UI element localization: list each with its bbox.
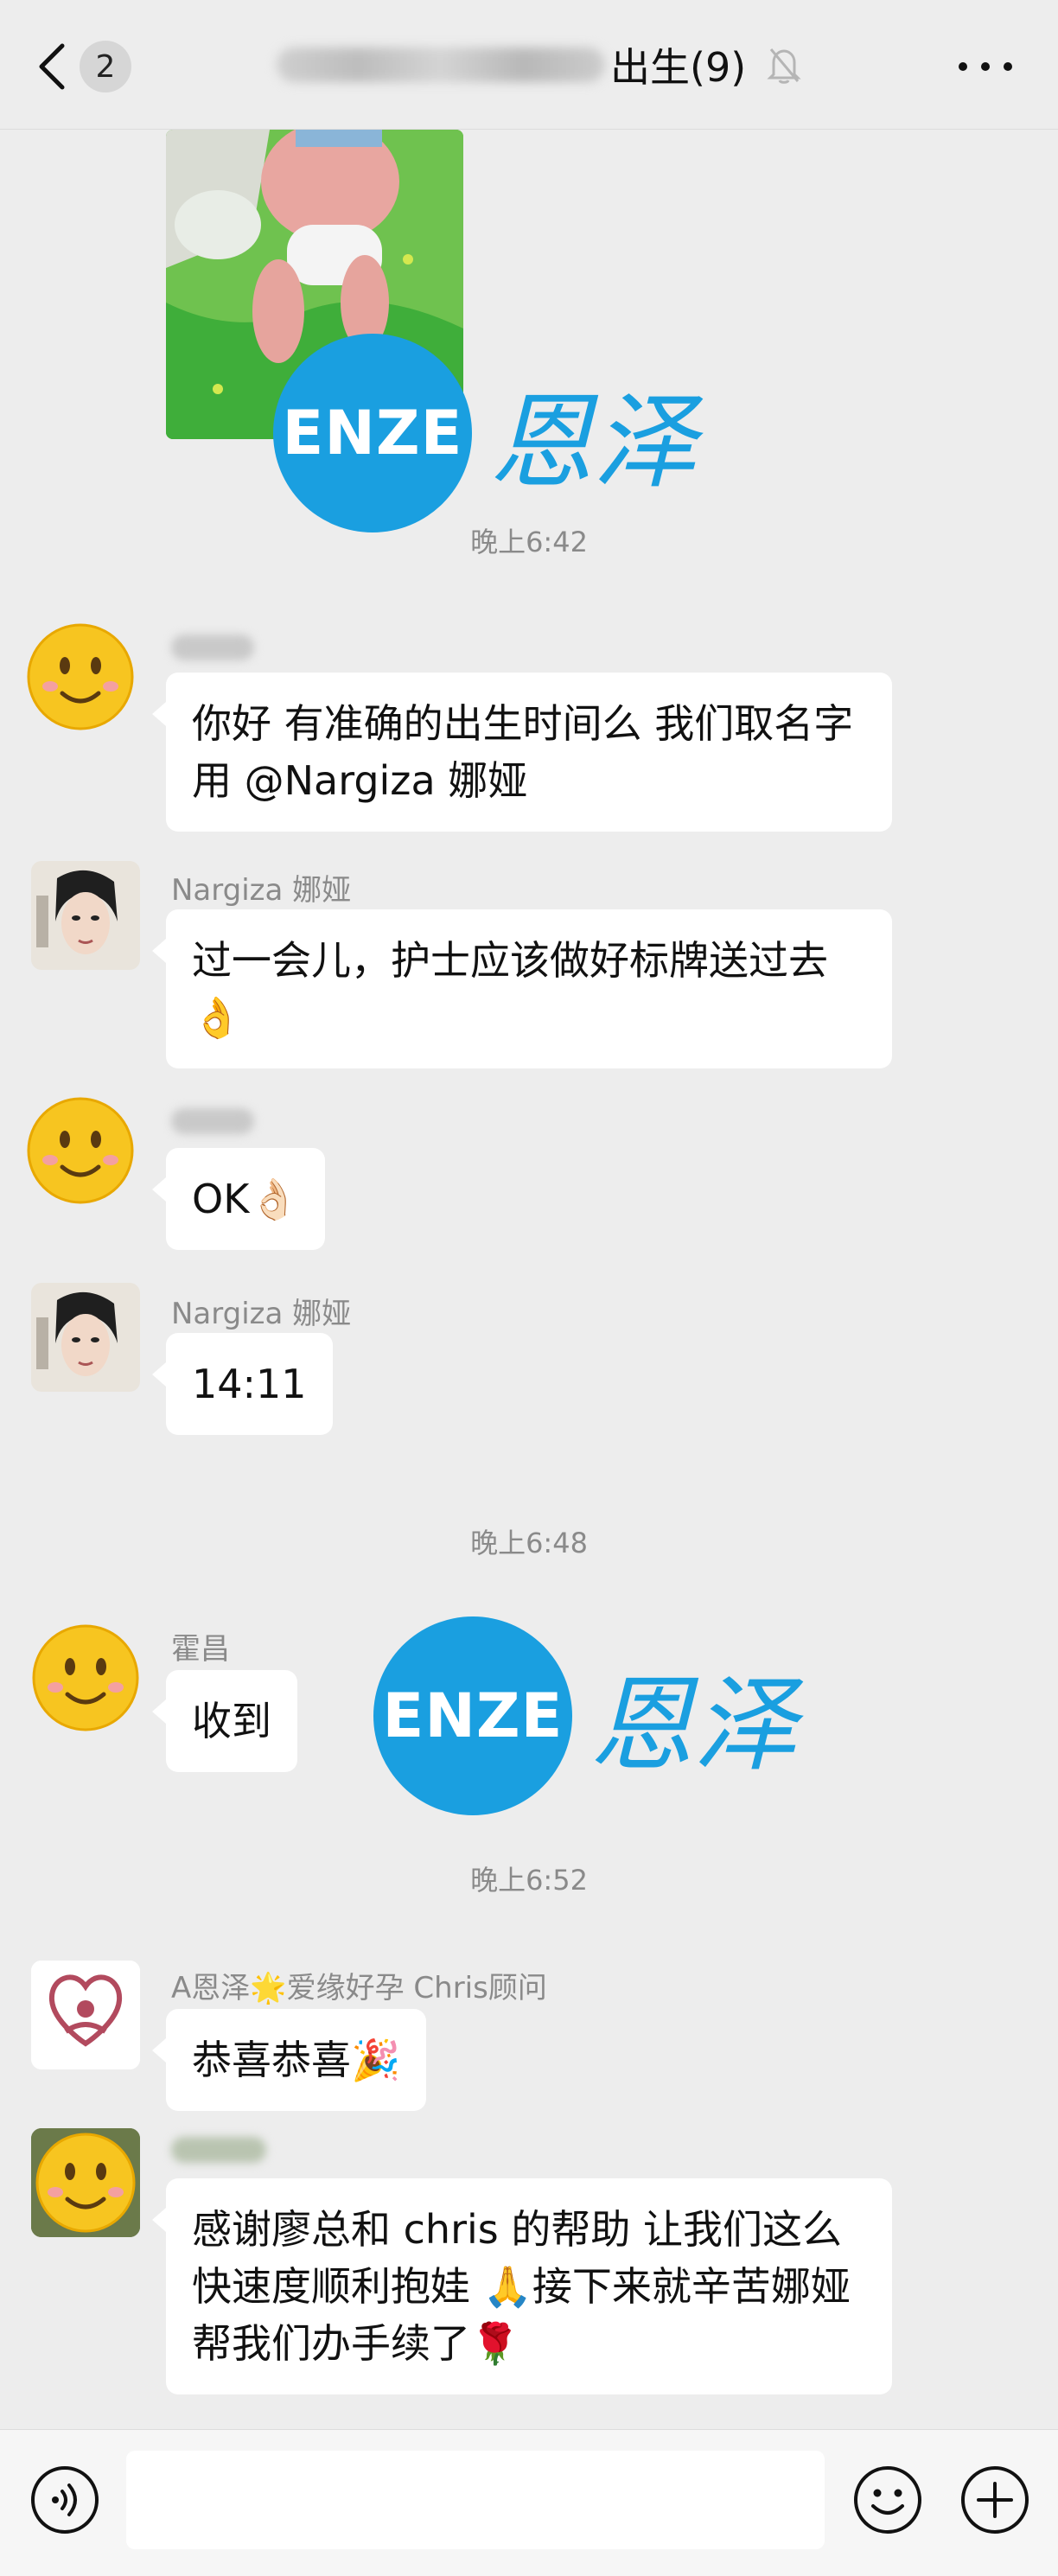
chat-header: 2 出生(9) [0,0,1058,130]
plus-icon[interactable] [959,2464,1030,2535]
emoji-icon[interactable] [852,2464,923,2535]
timestamp: 晚上6:48 [470,1527,588,1559]
avatar[interactable] [31,1961,140,2069]
enze-watermark-1: ENZE 恩泽 [273,334,697,532]
chat-title-text: 出生(9) [610,44,747,91]
smiley-avatar-icon[interactable] [31,1623,140,1732]
sender-name: Nargiza 娜娅 [171,873,352,908]
portrait-avatar-image [31,1283,140,1392]
portrait-avatar-image [31,861,140,970]
blurred-sender-name [171,634,254,660]
chat-message-list[interactable]: ENZE 恩泽 晚上6:42 你好 有准确的出生时间么 我们取名字用 @Narg… [0,130,1058,2429]
sender-name: 霍昌 [171,1632,230,1667]
voice-icon[interactable] [29,2464,100,2535]
message-bubble[interactable]: 14:11 [152,1333,333,1435]
avatar[interactable] [31,861,140,970]
enze-logo-circle: ENZE [373,1616,572,1815]
blurred-sender-name [171,1108,254,1134]
avatar[interactable] [31,2128,140,2237]
message-bubble[interactable]: 你好 有准确的出生时间么 我们取名字用 @Nargiza 娜娅 [152,673,892,832]
enze-watermark-2: ENZE 恩泽 [373,1616,797,1815]
message-input[interactable] [126,2451,825,2549]
message-bubble[interactable]: 恭喜恭喜🎉 [151,2009,427,2111]
smiley-avatar-icon [31,2128,140,2237]
enze-logo-circle: ENZE [273,334,472,532]
back-button[interactable]: 2 [33,36,154,97]
timestamp: 晚上6:42 [470,526,588,558]
message-bubble[interactable]: 感谢廖总和 chris 的帮助 让我们这么快速度顺利抱娃 🙏接下来就辛苦娜娅 帮… [152,2178,892,2394]
smiley-avatar-icon[interactable] [26,1096,135,1205]
message-bubble[interactable]: 过一会儿，护士应该做好标牌送过去👌 [152,909,892,1068]
message-bubble[interactable]: OK👌🏻 [152,1148,325,1250]
unread-count-badge: 2 [80,41,131,92]
bell-slash-icon [767,48,801,84]
avatar[interactable] [31,1283,140,1392]
smiley-avatar-icon[interactable] [26,622,135,731]
chevron-left-icon [39,43,65,90]
enze-logo-chinese: 恩泽 [489,383,697,503]
enze-logo-chinese: 恩泽 [590,1666,797,1786]
message-bubble[interactable]: 收到 [152,1670,297,1772]
sender-name: Nargiza 娜娅 [171,1297,352,1331]
timestamp: 晚上6:52 [470,1864,588,1897]
input-bar [0,2429,1058,2576]
chat-title: 出生(9) [277,35,801,95]
blurred-sender-name [171,2137,266,2163]
sender-name: A恩泽🌟爱缘好孕 Chris顾问 [171,1971,547,2005]
more-dots-icon[interactable] [951,43,1020,90]
blurred-title-part [277,48,605,82]
heart-logo-avatar-icon [31,1961,140,2069]
